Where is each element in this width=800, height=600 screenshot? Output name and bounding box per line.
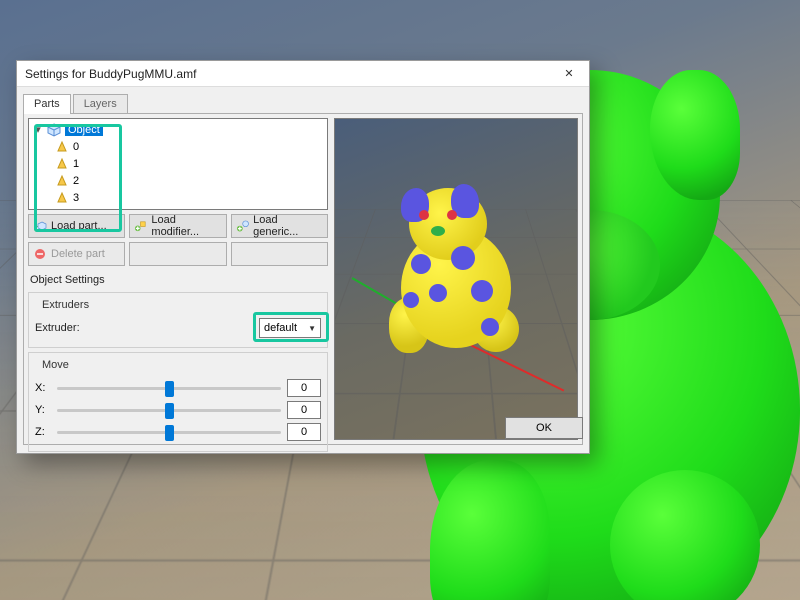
group-legend: Move — [39, 359, 72, 371]
button-label: Load generic... — [253, 214, 323, 238]
tab-layers[interactable]: Layers — [73, 94, 128, 114]
delete-part-button: Delete part — [28, 242, 125, 266]
dialog-footer: OK — [23, 417, 583, 447]
tree-item-label: 3 — [73, 192, 79, 204]
tree-item[interactable]: 2 — [31, 172, 325, 189]
button-label: Load part... — [51, 220, 107, 232]
object-tree[interactable]: ▾ Object 0 — [28, 118, 328, 210]
add-icon — [236, 219, 249, 233]
tree-root-label: Object — [65, 124, 103, 136]
part-icon — [55, 140, 69, 154]
add-icon — [134, 219, 147, 233]
preview-model — [381, 188, 531, 358]
tab-bar: Parts Layers — [17, 87, 589, 113]
part-preview[interactable] — [334, 118, 578, 440]
object-settings-label: Object Settings — [30, 274, 326, 286]
part-icon — [55, 174, 69, 188]
button-row: Load part... Load modifier... Load gener… — [28, 214, 328, 238]
slider-thumb[interactable] — [165, 381, 174, 397]
load-generic-button[interactable]: Load generic... — [231, 214, 328, 238]
axis-label: Y: — [35, 404, 51, 416]
slider-row-x: X: 0 — [35, 377, 321, 399]
button-label: OK — [536, 422, 552, 434]
tree-item-label: 1 — [73, 158, 79, 170]
x-value[interactable]: 0 — [287, 379, 321, 397]
extruder-label: Extruder: — [35, 322, 87, 334]
settings-dialog: Settings for BuddyPugMMU.amf ✕ Parts Lay… — [16, 60, 590, 454]
button-row: Delete part — [28, 242, 328, 266]
delete-icon — [33, 247, 47, 261]
dialog-titlebar[interactable]: Settings for BuddyPugMMU.amf ✕ — [17, 61, 589, 87]
tree-item[interactable]: 0 — [31, 138, 325, 155]
dialog-title: Settings for BuddyPugMMU.amf — [25, 67, 196, 81]
empty-button — [129, 242, 226, 266]
chevron-down-icon: ▼ — [308, 324, 316, 333]
tree-item[interactable]: 3 — [31, 189, 325, 206]
tab-label: Layers — [84, 98, 117, 110]
tab-label: Parts — [34, 98, 60, 110]
select-value: default — [264, 322, 297, 334]
axis-label: X: — [35, 382, 51, 394]
tree-item-label: 0 — [73, 141, 79, 153]
ok-button[interactable]: OK — [505, 417, 583, 439]
part-icon — [55, 157, 69, 171]
tree-root[interactable]: ▾ Object — [31, 121, 325, 138]
3d-viewport: Settings for BuddyPugMMU.amf ✕ Parts Lay… — [0, 0, 800, 600]
empty-button — [231, 242, 328, 266]
object-icon — [47, 123, 61, 137]
close-button[interactable]: ✕ — [555, 64, 583, 84]
part-icon — [55, 191, 69, 205]
tree-item-label: 2 — [73, 175, 79, 187]
add-icon — [33, 219, 47, 233]
group-legend: Extruders — [39, 299, 92, 311]
x-slider[interactable] — [57, 379, 281, 397]
load-modifier-button[interactable]: Load modifier... — [129, 214, 226, 238]
tab-panel: ▾ Object 0 — [23, 113, 583, 445]
button-label: Load modifier... — [151, 214, 221, 238]
tab-parts[interactable]: Parts — [23, 94, 71, 114]
load-part-button[interactable]: Load part... — [28, 214, 125, 238]
collapse-icon[interactable]: ▾ — [33, 123, 43, 136]
extruder-select[interactable]: default ▼ — [259, 318, 321, 338]
button-label: Delete part — [51, 248, 105, 260]
tree-item[interactable]: 1 — [31, 155, 325, 172]
close-icon: ✕ — [564, 67, 573, 80]
extruders-group: Extruders Extruder: default ▼ — [28, 292, 328, 348]
